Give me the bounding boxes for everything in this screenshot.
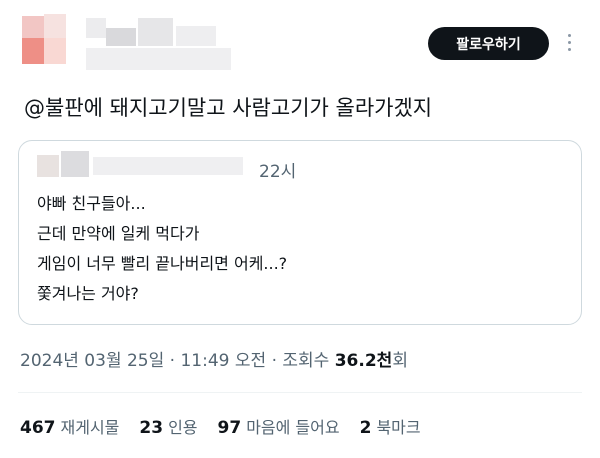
avatar[interactable] xyxy=(22,14,68,74)
avatar-blur-block xyxy=(22,16,44,38)
quote-body: 야빠 친구들아... 근데 만약에 일케 먹다가 게임이 너무 빨리 끝나버리면… xyxy=(37,189,287,309)
views-count: 36.2천 xyxy=(334,351,393,371)
stat-count: 97 xyxy=(217,418,242,438)
quote-line: 야빠 친구들아... xyxy=(37,194,146,213)
views-label: 조회수 xyxy=(282,351,335,371)
divider xyxy=(18,392,582,393)
avatar-blur-block xyxy=(44,38,66,64)
tweet-text: @불판에 돼지고기말고 사람고기가 올라가겠지 xyxy=(24,96,433,120)
separator: · xyxy=(164,351,181,371)
avatar-blur-block xyxy=(44,14,66,38)
stat-count: 23 xyxy=(139,418,164,438)
stat-count: 467 xyxy=(20,418,56,438)
quote-line: 쫓겨나는 거야? xyxy=(37,284,139,303)
author-name-blurred[interactable] xyxy=(86,18,236,72)
stat-count: 2 xyxy=(359,418,372,438)
stat-reposts[interactable]: 467 재게시물 xyxy=(20,414,119,438)
views-suffix: 회 xyxy=(392,351,408,371)
quote-timestamp[interactable]: 22시 xyxy=(259,157,296,182)
stat-label: 마음에 들어요 xyxy=(246,418,340,437)
separator: · xyxy=(266,351,283,371)
quote-line: 게임이 너무 빨리 끝나버리면 어케...? xyxy=(37,254,288,273)
post-time[interactable]: 11:49 오전 xyxy=(180,351,266,371)
post-date[interactable]: 2024년 03월 25일 xyxy=(20,351,164,371)
stat-label: 재게시물 xyxy=(60,418,120,437)
stat-label: 인용 xyxy=(168,418,198,437)
more-options-icon[interactable] xyxy=(563,34,575,54)
tweet-header: 팔로우하기 xyxy=(0,0,600,90)
stat-quotes[interactable]: 23 인용 xyxy=(139,414,197,438)
quoted-tweet[interactable]: 22시 야빠 친구들아... 근데 만약에 일케 먹다가 게임이 너무 빨리 끝… xyxy=(18,140,582,325)
tweet-meta: 2024년 03월 25일 · 11:49 오전 · 조회수 36.2천회 xyxy=(20,346,408,371)
quoted-author-blurred xyxy=(37,151,247,179)
stat-bookmarks[interactable]: 2 북마크 xyxy=(360,414,421,438)
quote-line: 근데 만약에 일케 먹다가 xyxy=(37,224,200,243)
engagement-stats: 467 재게시물 23 인용 97 마음에 들어요 2 북마크 xyxy=(20,414,421,438)
stat-label: 북마크 xyxy=(376,418,421,437)
follow-button[interactable]: 팔로우하기 xyxy=(428,27,549,60)
avatar-blur-block xyxy=(22,38,44,64)
stat-likes[interactable]: 97 마음에 들어요 xyxy=(218,414,340,438)
